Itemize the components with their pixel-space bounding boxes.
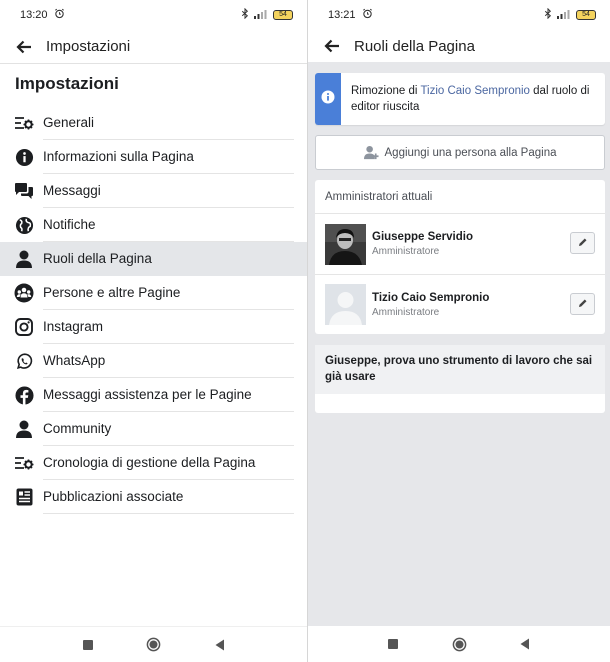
group-icon — [13, 282, 35, 304]
globe-icon — [13, 214, 35, 236]
menu-item-notifiche[interactable]: Notifiche — [0, 208, 307, 242]
menu-item-label: Ruoli della Pagina — [43, 251, 152, 266]
add-person-icon — [363, 145, 379, 160]
menu-item-label: Cronologia di gestione della Pagina — [43, 446, 294, 480]
page-roles-screen: 13:21 54 Ruoli della Pagina Rimozione di… — [307, 0, 610, 662]
menu-item-label: Generali — [43, 106, 294, 140]
recents-button[interactable] — [80, 637, 96, 653]
page-title: Impostazioni — [46, 38, 131, 55]
signal-icon — [556, 9, 572, 22]
system-nav-bar — [308, 626, 610, 662]
admin-row: Tizio Caio Sempronio Amministratore — [315, 274, 605, 334]
info-icon — [13, 146, 35, 168]
current-admins-card: Amministratori attuali Giuseppe Servidio… — [315, 180, 605, 334]
battery-icon: 54 — [576, 10, 596, 20]
menu-item-generali[interactable]: Generali — [0, 106, 307, 140]
admin-name: Tizio Caio Sempronio — [372, 291, 490, 304]
menu-item-whatsapp[interactable]: WhatsApp — [0, 344, 307, 378]
admin-role: Amministratore — [372, 246, 440, 257]
menu-item-messaggi[interactable]: Messaggi — [0, 174, 307, 208]
app-bar: Ruoli della Pagina — [308, 30, 610, 62]
home-button[interactable] — [451, 636, 467, 652]
bluetooth-icon — [241, 7, 249, 22]
notification-message: Rimozione di Tizio Caio Sempronio dal ru… — [341, 73, 605, 125]
menu-item-ruoli[interactable]: Ruoli della Pagina — [0, 242, 307, 276]
success-notification: Rimozione di Tizio Caio Sempronio dal ru… — [315, 73, 605, 125]
add-person-button[interactable]: Aggiungi una persona alla Pagina — [315, 135, 605, 170]
menu-item-label: Messaggi — [43, 174, 294, 208]
app-bar: Impostazioni — [0, 30, 307, 64]
admin-name: Giuseppe Servidio — [372, 231, 473, 243]
back-arrow-icon[interactable] — [14, 37, 34, 57]
status-icons: 54 — [544, 7, 596, 22]
alarm-icon — [362, 8, 373, 22]
menu-item-community[interactable]: Community — [0, 412, 307, 446]
settings-menu: Generali Informazioni sulla Pagina Messa… — [0, 106, 307, 514]
settings-screen: 13:20 54 Impostazioni Impostazioni Gener… — [0, 0, 307, 662]
system-nav-bar — [0, 626, 307, 662]
suggestion-title: Giuseppe, prova uno strumento di lavoro … — [315, 345, 605, 394]
settings-sliders-icon — [13, 452, 35, 474]
menu-item-label: Pubblicazioni associate — [43, 480, 294, 514]
notification-stripe — [315, 73, 341, 125]
status-time: 13:21 — [328, 9, 356, 21]
suggestion-card: Giuseppe, prova uno strumento di lavoro … — [315, 345, 605, 413]
admin-role: Amministratore — [372, 306, 440, 318]
admin-row: Giuseppe Servidio Amministratore — [315, 214, 605, 274]
pencil-icon — [578, 234, 588, 252]
menu-item-label: Messaggi assistenza per le Pagine — [43, 378, 294, 412]
battery-icon: 54 — [273, 10, 293, 20]
add-person-label: Aggiungi una persona alla Pagina — [384, 146, 557, 159]
menu-item-cronologia[interactable]: Cronologia di gestione della Pagina — [0, 446, 307, 480]
bluetooth-icon — [544, 7, 552, 22]
person-icon — [13, 418, 35, 440]
home-button[interactable] — [146, 637, 162, 653]
menu-item-label: Community — [43, 412, 294, 446]
menu-item-informazioni[interactable]: Informazioni sulla Pagina — [0, 140, 307, 174]
instagram-icon — [13, 316, 35, 338]
edit-admin-button[interactable] — [570, 293, 595, 315]
pencil-icon — [578, 295, 588, 313]
menu-item-persone[interactable]: Persone e altre Pagine — [0, 276, 307, 310]
signal-icon — [253, 9, 269, 22]
back-button[interactable] — [517, 636, 533, 652]
menu-item-label: Notifiche — [43, 208, 294, 242]
alarm-icon — [54, 8, 65, 22]
menu-item-label: WhatsApp — [43, 344, 294, 378]
menu-item-label: Instagram — [43, 310, 294, 344]
avatar-placeholder — [325, 284, 366, 325]
status-icons: 54 — [241, 7, 293, 22]
person-icon — [13, 248, 35, 270]
menu-item-instagram[interactable]: Instagram — [0, 310, 307, 344]
page-title: Ruoli della Pagina — [354, 37, 475, 55]
back-arrow-icon[interactable] — [322, 36, 342, 56]
menu-item-label: Informazioni sulla Pagina — [43, 140, 294, 174]
notification-text-prefix: Rimozione di — [350, 85, 421, 97]
edit-admin-button[interactable] — [570, 232, 595, 254]
status-bar: 13:21 54 — [308, 0, 610, 30]
menu-item-assistenza[interactable]: Messaggi assistenza per le Pagine — [0, 378, 307, 412]
facebook-icon — [13, 384, 35, 406]
status-bar: 13:20 54 — [0, 0, 307, 30]
menu-item-pubblicazioni[interactable]: Pubblicazioni associate — [0, 480, 307, 514]
status-time: 13:20 — [20, 9, 48, 21]
section-heading: Impostazioni — [15, 74, 119, 93]
settings-sliders-icon — [13, 112, 35, 134]
avatar — [325, 223, 366, 265]
whatsapp-icon — [13, 350, 35, 372]
admins-heading: Amministratori attuali — [315, 180, 605, 214]
document-list-icon — [13, 486, 35, 508]
recents-button[interactable] — [385, 636, 401, 652]
removed-person-link[interactable]: Tizio Caio Sempronio — [420, 85, 530, 97]
back-button[interactable] — [212, 637, 228, 653]
menu-item-label: Persone e altre Pagine — [43, 276, 294, 310]
chat-bubbles-icon — [13, 180, 35, 202]
info-icon — [321, 90, 335, 109]
